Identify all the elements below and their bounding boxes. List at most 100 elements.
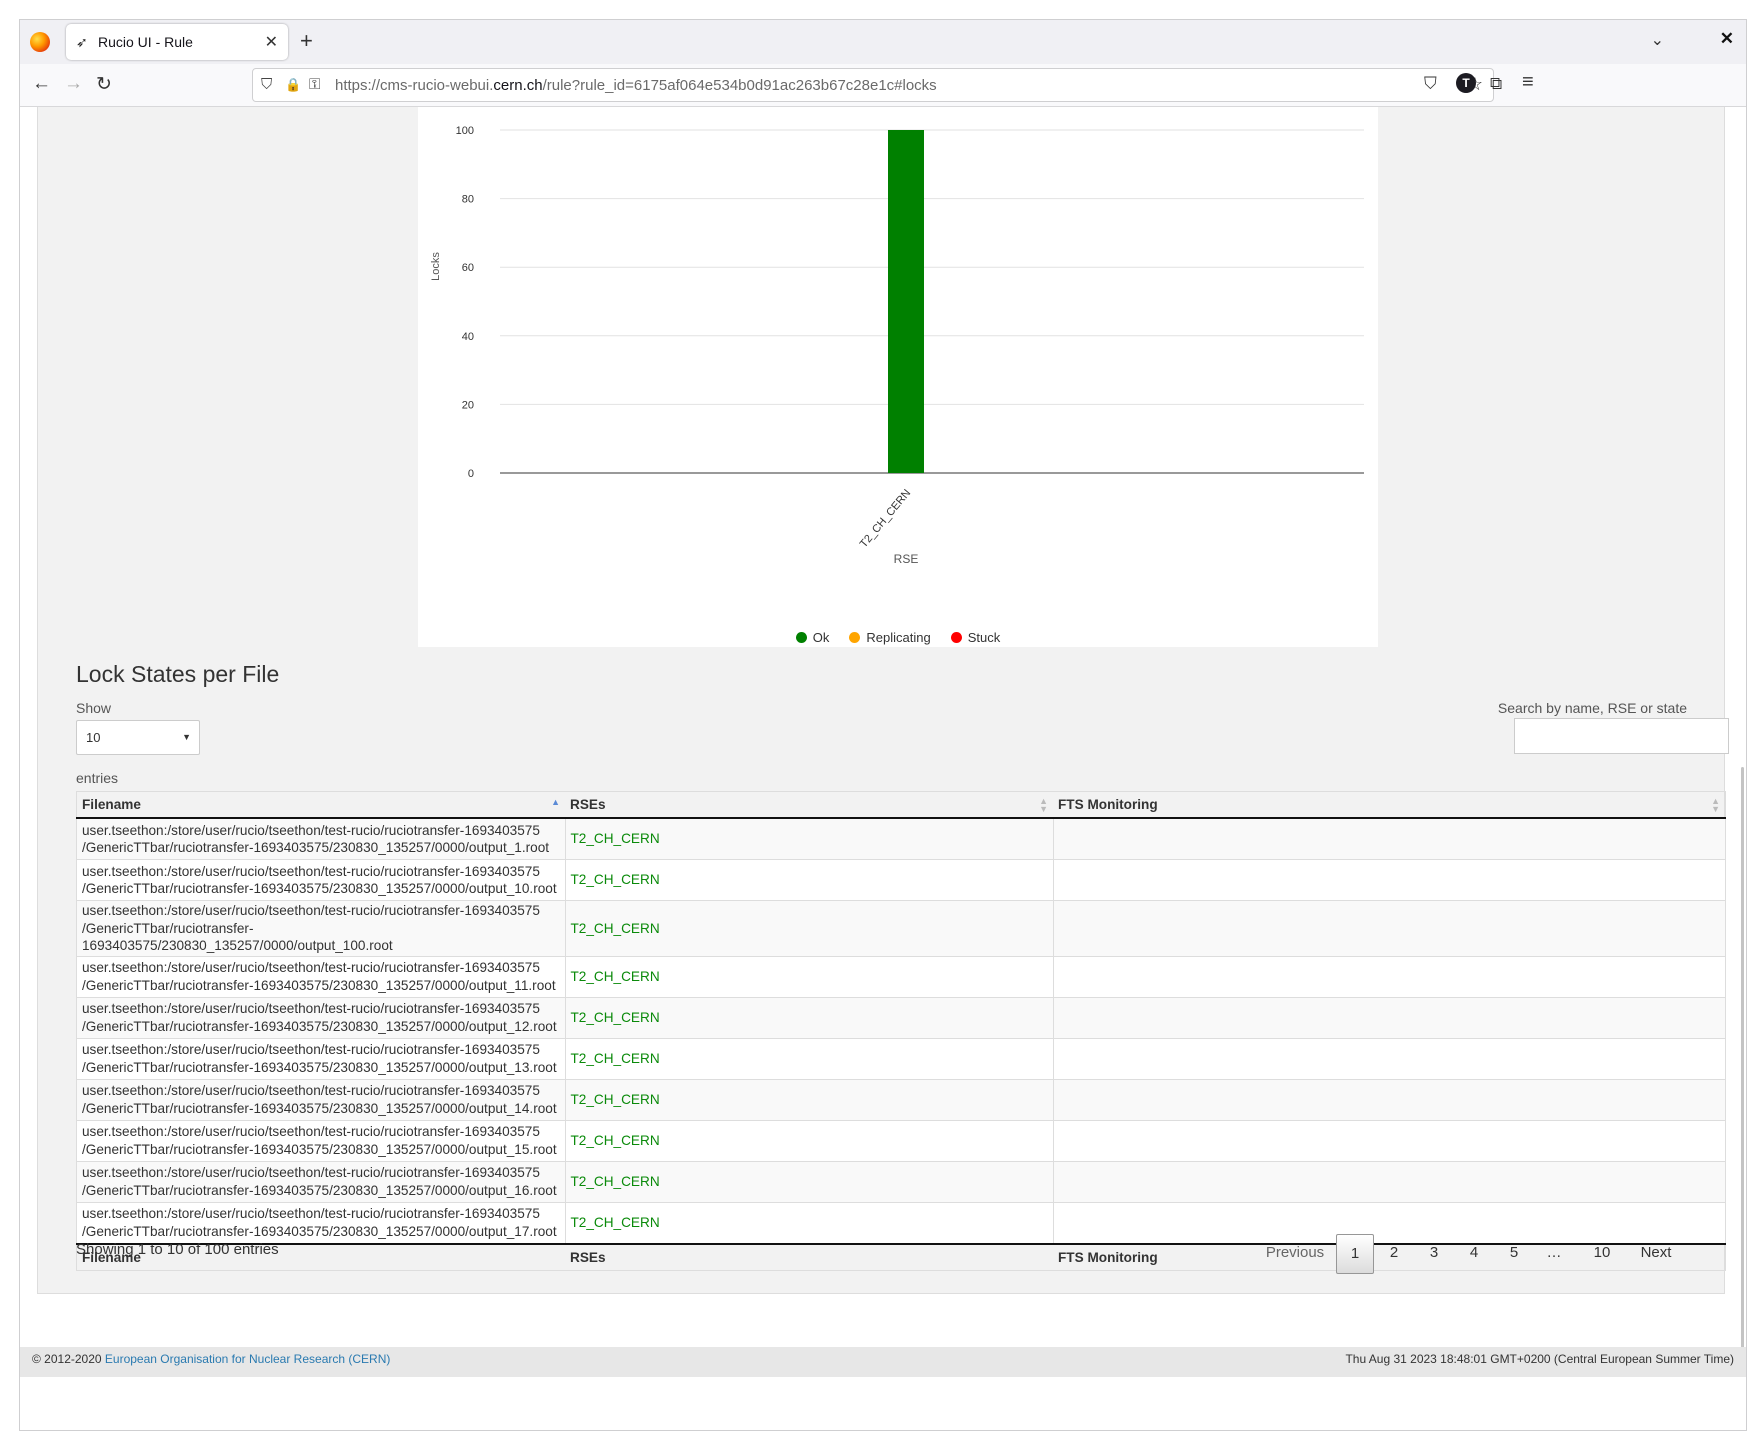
- rse-link[interactable]: T2_CH_CERN: [571, 1133, 660, 1148]
- menu-icon[interactable]: ≡: [1522, 71, 1534, 94]
- url-bar[interactable]: ⛉ 🔒 ⚿ https://cms-rucio-webui.cern.ch/ru…: [252, 68, 1494, 102]
- filename-line-2: /GenericTTbar/ruciotransfer-1693403575/2…: [82, 840, 550, 855]
- rse-link[interactable]: T2_CH_CERN: [571, 1051, 660, 1066]
- filename-line-2: /GenericTTbar/ruciotransfer-1693403575/2…: [82, 1223, 557, 1239]
- cell-rse: T2_CH_CERN: [564, 859, 1054, 901]
- y-tick-label: 40: [462, 331, 474, 343]
- column-header-fts-monitoring[interactable]: FTS Monitoring ▲ ▼: [1053, 791, 1726, 819]
- tab-rucio-rule[interactable]: ➶ Rucio UI - Rule ✕: [66, 24, 288, 60]
- cell-fts-monitoring: [1052, 1160, 1726, 1203]
- column-header-filename[interactable]: Filename ▲: [76, 791, 565, 819]
- cell-fts-monitoring: [1052, 817, 1726, 860]
- legend-dot-icon: [795, 632, 807, 643]
- column-header-rses[interactable]: RSEs ▲ ▼: [565, 791, 1053, 819]
- cell-fts-monitoring: [1052, 1078, 1726, 1121]
- pocket-icon[interactable]: ⛉: [1424, 74, 1437, 94]
- page-size-value: 10: [86, 730, 101, 745]
- filename-line-2: /GenericTTbar/ruciotransfer-1693403575/2…: [82, 977, 556, 993]
- permissions-icon[interactable]: ⚿: [309, 76, 320, 93]
- pagination-page-2[interactable]: 2: [1376, 1234, 1412, 1272]
- forward-button[interactable]: →: [64, 73, 83, 95]
- rse-link[interactable]: T2_CH_CERN: [571, 831, 660, 846]
- page-scrollbar[interactable]: [1741, 767, 1744, 1357]
- chart-legend: Ok Replicating Stuck: [418, 630, 1378, 645]
- cern-link[interactable]: European Organisation for Nuclear Resear…: [105, 1352, 390, 1366]
- table-row: user.tseethon:/store/user/rucio/tseethon…: [76, 900, 1726, 957]
- table-row: user.tseethon:/store/user/rucio/tseethon…: [76, 1078, 1726, 1121]
- pagination-page-4[interactable]: 4: [1456, 1234, 1492, 1272]
- show-label: Show: [76, 700, 112, 716]
- y-tick-label: 20: [462, 399, 474, 411]
- cell-filename: user.tseethon:/store/user/rucio/tseethon…: [76, 817, 566, 860]
- sort-icon: ▲ ▼: [1039, 796, 1048, 814]
- entries-label: entries: [76, 770, 119, 786]
- pagination-ellipsis: …: [1546, 1244, 1562, 1261]
- pagination-page-1[interactable]: 1: [1336, 1234, 1374, 1274]
- chevron-down-icon[interactable]: ⌄: [1651, 30, 1664, 50]
- lock-icon[interactable]: 🔒: [285, 77, 301, 93]
- table-row: user.tseethon:/store/user/rucio/tseethon…: [76, 817, 1726, 860]
- cell-fts-monitoring: [1052, 900, 1726, 957]
- copyright-text: © 2012-2020: [32, 1352, 102, 1366]
- locks-table: Filename ▲ RSEs ▲ ▼ FTS Monitoring ▲ ▼ user.t…: [76, 791, 1726, 1271]
- cell-rse: T2_CH_CERN: [564, 1119, 1054, 1162]
- filename-line-1: user.tseethon:/store/user/rucio/tseethon…: [82, 1165, 540, 1180]
- cell-rse: T2_CH_CERN: [564, 817, 1054, 860]
- filename-line-2: /GenericTTbar/ruciotransfer-1693403575/2…: [82, 1059, 557, 1075]
- filename-line-1: user.tseethon:/store/user/rucio/tseethon…: [82, 1042, 540, 1057]
- table-row: user.tseethon:/store/user/rucio/tseethon…: [76, 1037, 1726, 1080]
- legend-item-ok[interactable]: Ok: [795, 630, 829, 645]
- browser-window: ➶ Rucio UI - Rule ✕ + ⌄ ✕ ← → ↻ ⛉ 🔒 ⚿ ht…: [19, 19, 1747, 1431]
- rse-link[interactable]: T2_CH_CERN: [571, 1010, 660, 1025]
- back-button[interactable]: ←: [32, 73, 51, 95]
- cell-filename: user.tseethon:/store/user/rucio/tseethon…: [76, 1078, 566, 1121]
- filename-line-2: /GenericTTbar/ruciotransfer-1693403575/2…: [82, 1182, 557, 1198]
- cell-filename: user.tseethon:/store/user/rucio/tseethon…: [76, 900, 566, 957]
- pagination-page-5[interactable]: 5: [1496, 1234, 1532, 1272]
- rse-link[interactable]: T2_CH_CERN: [571, 921, 660, 936]
- legend-dot-icon: [849, 632, 861, 643]
- cell-fts-monitoring: [1052, 1119, 1726, 1162]
- rse-link[interactable]: T2_CH_CERN: [571, 872, 660, 887]
- pagination-next[interactable]: Next: [1630, 1234, 1682, 1272]
- cell-rse: T2_CH_CERN: [564, 955, 1054, 998]
- table-row: user.tseethon:/store/user/rucio/tseethon…: [76, 996, 1726, 1039]
- table-row: user.tseethon:/store/user/rucio/tseethon…: [76, 1119, 1726, 1162]
- cell-rse: T2_CH_CERN: [564, 1078, 1054, 1121]
- new-tab-button[interactable]: +: [300, 28, 313, 54]
- rse-link[interactable]: T2_CH_CERN: [571, 1092, 660, 1107]
- reload-button[interactable]: ↻: [96, 73, 112, 96]
- cell-filename: user.tseethon:/store/user/rucio/tseethon…: [76, 859, 566, 901]
- rse-link[interactable]: T2_CH_CERN: [571, 1215, 660, 1230]
- filename-line-1: user.tseethon:/store/user/rucio/tseethon…: [82, 822, 540, 838]
- locks-bar-chart: 0 20 40 60 80 100 Locks T2_CH_CERN RSE: [430, 125, 1364, 566]
- search-input[interactable]: [1514, 718, 1729, 754]
- extensions-icon[interactable]: ⧉: [1490, 74, 1502, 94]
- filename-line-1: user.tseethon:/store/user/rucio/tseethon…: [82, 960, 540, 975]
- cell-rse: T2_CH_CERN: [564, 1201, 1054, 1244]
- cell-rse: T2_CH_CERN: [564, 1037, 1054, 1080]
- caret-down-icon: ▼: [182, 732, 191, 742]
- pagination-page-10[interactable]: 10: [1580, 1234, 1624, 1272]
- column-header-label: RSEs: [570, 797, 606, 812]
- filename-line-2: /GenericTTbar/ruciotransfer-1693403575/2…: [82, 1141, 557, 1157]
- close-tab-icon[interactable]: ✕: [265, 32, 278, 52]
- cell-filename: user.tseethon:/store/user/rucio/tseethon…: [76, 1037, 566, 1080]
- page-size-select[interactable]: 10 ▼: [76, 720, 200, 755]
- cell-filename: user.tseethon:/store/user/rucio/tseethon…: [76, 1119, 566, 1162]
- shield-icon[interactable]: ⛉: [261, 76, 272, 93]
- rse-link[interactable]: T2_CH_CERN: [571, 1174, 660, 1189]
- legend-item-stuck[interactable]: Stuck: [950, 630, 1000, 645]
- account-avatar[interactable]: T: [1456, 73, 1476, 93]
- pagination-previous[interactable]: Previous: [1258, 1234, 1332, 1272]
- footer-header-rses: RSEs: [565, 1242, 1053, 1271]
- legend-item-replicating[interactable]: Replicating: [849, 630, 931, 645]
- cell-fts-monitoring: [1052, 1037, 1726, 1080]
- window-close-button[interactable]: ✕: [1720, 29, 1734, 49]
- rse-link[interactable]: T2_CH_CERN: [571, 969, 660, 984]
- cell-fts-monitoring: [1052, 859, 1726, 901]
- url-text[interactable]: https://cms-rucio-webui.cern.ch/rule?rul…: [335, 77, 937, 94]
- pagination-page-3[interactable]: 3: [1416, 1234, 1452, 1272]
- footer-timestamp: Thu Aug 31 2023 18:48:01 GMT+0200 (Centr…: [1345, 1352, 1734, 1366]
- filename-line-1: user.tseethon:/store/user/rucio/tseethon…: [82, 1206, 540, 1221]
